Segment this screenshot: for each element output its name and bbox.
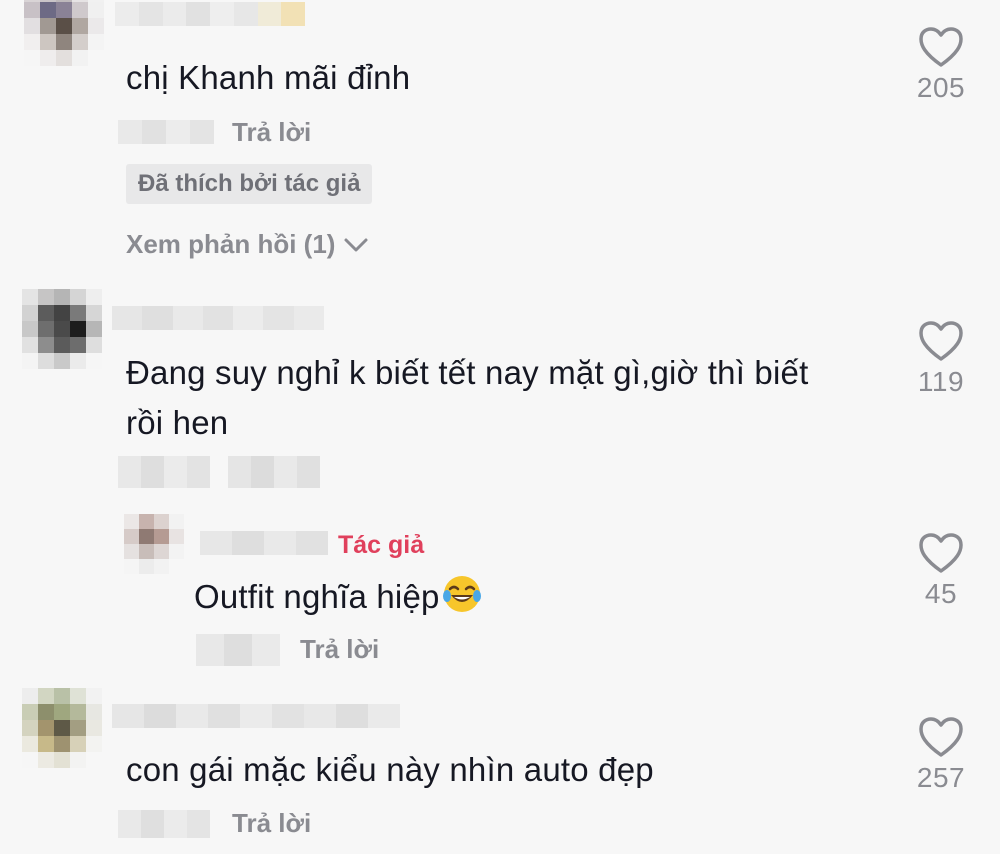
comment-date — [118, 456, 210, 488]
heart-outline-icon — [919, 27, 963, 67]
like-count: 205 — [916, 72, 966, 103]
reply-button[interactable]: Trả lời — [232, 808, 311, 839]
comment-text-line: Đang suy nghỉ k biết tết nay mặt gì,giờ … — [126, 354, 809, 391]
liked-by-author-badge: Đã thích bởi tác giả — [126, 164, 373, 204]
view-replies-button[interactable]: Xem phản hồi (1) — [126, 229, 369, 260]
comment-text-line: rồi hen — [126, 404, 229, 441]
face-with-tears-of-joy-icon — [442, 576, 481, 612]
author-tag: Tác giả — [338, 531, 425, 559]
like-count: 119 — [917, 366, 965, 397]
comment-date — [118, 120, 214, 144]
like-count: 45 — [924, 578, 958, 609]
chevron-down-icon — [344, 238, 368, 251]
like-button[interactable]: 45 — [906, 532, 976, 610]
comment-text: chị Khanh mãi đỉnh — [126, 59, 411, 96]
username[interactable] — [115, 2, 305, 26]
comments-panel: chị Khanh mãi đỉnh Trả lời Đã thích bởi … — [0, 0, 1000, 854]
heart-outline-icon — [919, 717, 963, 757]
avatar[interactable] — [22, 688, 102, 768]
heart-outline-icon — [919, 533, 963, 573]
username[interactable] — [200, 531, 328, 555]
reply-button[interactable] — [228, 456, 320, 488]
avatar[interactable] — [24, 0, 104, 66]
username[interactable] — [112, 704, 400, 728]
like-count: 257 — [916, 762, 966, 793]
reply-button[interactable]: Trả lời — [232, 117, 311, 148]
comment-date — [118, 810, 210, 838]
avatar[interactable] — [124, 514, 184, 574]
username[interactable] — [112, 306, 324, 330]
reply-button[interactable]: Trả lời — [300, 634, 379, 665]
comment-text: con gái mặc kiểu này nhìn auto đẹp — [126, 751, 654, 788]
comment-text: Đang suy nghỉ k biết tết nay mặt gì,giờ … — [126, 348, 808, 448]
like-button[interactable]: 257 — [906, 716, 976, 794]
like-button[interactable]: 205 — [906, 26, 976, 104]
reply-text: Outfit nghĩa hiệp — [194, 572, 482, 622]
reply-date — [196, 634, 280, 666]
like-button[interactable]: 119 — [906, 320, 976, 398]
heart-outline-icon — [919, 321, 963, 361]
view-replies-label: Xem phản hồi (1) — [126, 229, 336, 259]
reply-text-content: Outfit nghĩa hiệp — [194, 578, 440, 615]
avatar[interactable] — [22, 289, 102, 369]
